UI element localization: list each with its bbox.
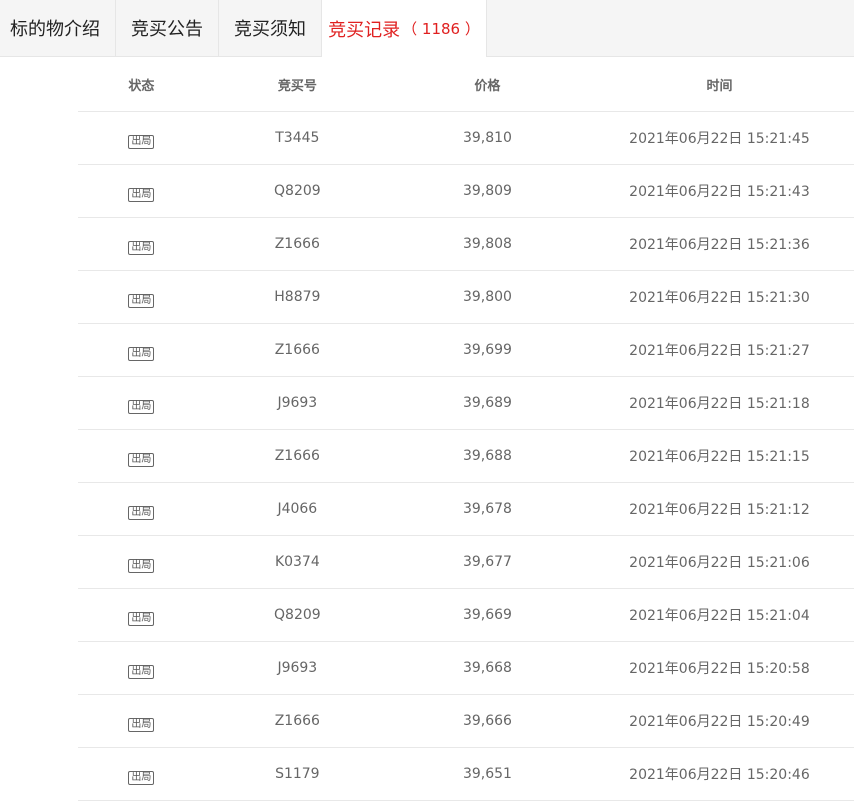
- time-cell: 2021年06月22日 15:21:36: [629, 237, 810, 253]
- status-cell: 出局: [78, 342, 205, 361]
- status-cell: 出局: [78, 713, 205, 732]
- time-cell: 2021年06月22日 15:21:27: [629, 343, 810, 359]
- table-row: 出局 J9693 39,689 2021年06月22日 15:21:18: [78, 377, 854, 430]
- table-row: 出局 Q8209 39,809 2021年06月22日 15:21:43: [78, 165, 854, 218]
- table-row: 出局 Z1666 39,666 2021年06月22日 15:20:49: [78, 695, 854, 748]
- bid-count: （ 1186 ）: [402, 20, 480, 38]
- header-bid-no: 竞买号: [277, 78, 317, 94]
- price-cell: 39,809: [462, 183, 512, 199]
- status-cell: 出局: [78, 448, 205, 467]
- bid-no-cell: J9693: [277, 395, 318, 411]
- tab-announcement[interactable]: 竞买公告: [116, 0, 219, 56]
- status-cell: 出局: [78, 130, 205, 149]
- bid-no-cell: Z1666: [274, 448, 320, 464]
- price-cell: 39,668: [462, 660, 512, 676]
- status-badge: 出局: [128, 664, 155, 679]
- table-row: 出局 S1179 39,651 2021年06月22日 15:20:46: [78, 748, 854, 801]
- tab-bid-records[interactable]: 竞买记录 （ 1186 ）: [322, 0, 487, 57]
- status-cell: 出局: [78, 766, 205, 785]
- tab-notice[interactable]: 竞买须知: [219, 0, 322, 56]
- table-row: 出局 Z1666 39,688 2021年06月22日 15:21:15: [78, 430, 854, 483]
- status-cell: 出局: [78, 395, 205, 414]
- status-badge: 出局: [128, 293, 155, 308]
- time-cell: 2021年06月22日 15:21:18: [629, 396, 810, 412]
- table-header: 状态 竞买号 价格 时间: [78, 57, 854, 112]
- status-cell: 出局: [78, 289, 205, 308]
- status-cell: 出局: [78, 501, 205, 520]
- tab-label: 竞买公告: [131, 19, 203, 40]
- status-badge: 出局: [128, 611, 155, 626]
- time-cell: 2021年06月22日 15:20:49: [629, 714, 810, 730]
- price-cell: 39,689: [462, 395, 512, 411]
- status-badge: 出局: [128, 558, 155, 573]
- bid-no-cell: S1179: [275, 766, 320, 782]
- time-cell: 2021年06月22日 15:21:43: [629, 184, 810, 200]
- bid-no-cell: Z1666: [274, 342, 320, 358]
- bid-no-cell: T3445: [275, 130, 320, 146]
- tab-label: 标的物介绍: [10, 19, 100, 40]
- status-cell: 出局: [78, 236, 205, 255]
- table-row: 出局 T3445 39,810 2021年06月22日 15:21:45: [78, 112, 854, 165]
- status-cell: 出局: [78, 183, 205, 202]
- bid-no-cell: K0374: [274, 554, 320, 570]
- price-cell: 39,688: [462, 448, 512, 464]
- time-cell: 2021年06月22日 15:21:12: [629, 502, 810, 518]
- time-cell: 2021年06月22日 15:21:30: [629, 290, 810, 306]
- time-cell: 2021年06月22日 15:21:06: [629, 555, 810, 571]
- table-row: 出局 Z1666 39,808 2021年06月22日 15:21:36: [78, 218, 854, 271]
- status-badge: 出局: [128, 770, 155, 785]
- status-badge: 出局: [128, 399, 155, 414]
- table-row: 出局 H8879 39,800 2021年06月22日 15:21:30: [78, 271, 854, 324]
- time-cell: 2021年06月22日 15:21:15: [629, 449, 810, 465]
- time-cell: 2021年06月22日 15:21:45: [629, 131, 810, 147]
- bid-no-cell: Q8209: [274, 183, 321, 199]
- tab-label: 竞买须知: [234, 19, 306, 40]
- time-cell: 2021年06月22日 15:21:04: [629, 608, 810, 624]
- bid-no-cell: Z1666: [274, 713, 320, 729]
- header-price: 价格: [474, 78, 501, 94]
- status-badge: 出局: [128, 240, 155, 255]
- table-row: 出局 Z1666 39,699 2021年06月22日 15:21:27: [78, 324, 854, 377]
- price-cell: 39,651: [462, 766, 512, 782]
- tab-item-intro[interactable]: 标的物介绍: [0, 0, 116, 56]
- bid-no-cell: Z1666: [274, 236, 320, 252]
- time-cell: 2021年06月22日 15:20:46: [629, 767, 810, 783]
- status-cell: 出局: [78, 607, 205, 626]
- status-cell: 出局: [78, 660, 205, 679]
- status-badge: 出局: [128, 505, 155, 520]
- tab-bar: 标的物介绍 竞买公告 竞买须知 竞买记录 （ 1186 ）: [0, 0, 854, 57]
- price-cell: 39,669: [462, 607, 512, 623]
- table-body: 出局 T3445 39,810 2021年06月22日 15:21:45 出局 Q8209…: [78, 112, 854, 801]
- status-cell: 出局: [78, 554, 205, 573]
- status-badge: 出局: [128, 346, 155, 361]
- status-badge: 出局: [128, 452, 155, 467]
- price-cell: 39,699: [462, 342, 512, 358]
- table-row: 出局 K0374 39,677 2021年06月22日 15:21:06: [78, 536, 854, 589]
- header-time: 时间: [706, 78, 733, 94]
- status-badge: 出局: [128, 134, 155, 149]
- tab-label: 竞买记录: [328, 19, 401, 41]
- price-cell: 39,666: [462, 713, 512, 729]
- header-status: 状态: [128, 78, 155, 94]
- status-badge: 出局: [128, 187, 155, 202]
- price-cell: 39,678: [462, 501, 512, 517]
- table-row: 出局 J4066 39,678 2021年06月22日 15:21:12: [78, 483, 854, 536]
- price-cell: 39,800: [462, 289, 512, 305]
- time-cell: 2021年06月22日 15:20:58: [629, 661, 810, 677]
- price-cell: 39,677: [462, 554, 512, 570]
- bid-no-cell: J4066: [277, 501, 318, 517]
- bid-no-cell: J9693: [277, 660, 318, 676]
- bid-no-cell: H8879: [274, 289, 321, 305]
- bid-no-cell: Q8209: [274, 607, 321, 623]
- price-cell: 39,810: [462, 130, 512, 146]
- bid-records-table: 状态 竞买号 价格 时间 出局 T3445 39,810 2021年06月22日 15…: [78, 57, 854, 801]
- price-cell: 39,808: [462, 236, 512, 252]
- status-badge: 出局: [128, 717, 155, 732]
- table-row: 出局 Q8209 39,669 2021年06月22日 15:21:04: [78, 589, 854, 642]
- table-row: 出局 J9693 39,668 2021年06月22日 15:20:58: [78, 642, 854, 695]
